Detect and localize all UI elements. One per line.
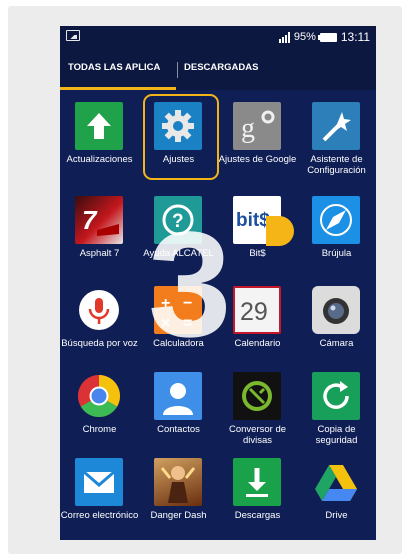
mail-icon [75, 458, 123, 506]
app-label: Danger Dash [150, 510, 207, 521]
app-danger-dash[interactable]: Danger Dash [139, 458, 218, 532]
app-contactos[interactable]: Contactos [139, 372, 218, 446]
app-drive[interactable]: Drive [297, 458, 376, 532]
app-label: Contactos [157, 424, 200, 435]
battery-icon [317, 32, 337, 42]
app-ajustes-de-google[interactable]: g Ajustes de Google [218, 102, 297, 176]
app-label: Asphalt 7 [79, 248, 120, 259]
app-descargas[interactable]: Descargas [218, 458, 297, 532]
app-correo-electronico[interactable]: Correo electrónico [60, 458, 139, 532]
app-label: Ajustes de Google [218, 154, 297, 165]
step-number-overlay: 3 [148, 200, 232, 368]
app-label: Actualizaciones [66, 154, 133, 165]
drive-icon [312, 458, 360, 506]
calendar-day: 29 [240, 298, 268, 326]
chrome-icon [75, 372, 123, 420]
status-indicators: 95% 13:11 [278, 30, 370, 44]
wand-icon [312, 102, 360, 150]
svg-text:7: 7 [82, 205, 98, 235]
download-icon [233, 458, 281, 506]
app-drawer-tabs: TODAS LAS APLICA DESCARGADAS [60, 50, 376, 90]
tab-downloaded[interactable]: DESCARGADAS [184, 62, 258, 73]
danger-dash-icon [154, 458, 202, 506]
app-camara[interactable]: Cámara [297, 286, 376, 360]
app-busqueda-por-voz[interactable]: Búsqueda por voz [60, 286, 139, 360]
svg-text:g: g [241, 113, 255, 144]
tab-divider [177, 62, 178, 78]
tab-all-apps[interactable]: TODAS LAS APLICA [68, 62, 160, 73]
microphone-icon [75, 286, 123, 334]
app-label: Asistente de Configuración [307, 154, 366, 176]
ajustes-highlight [143, 94, 219, 180]
app-label: Drive [325, 510, 348, 521]
calendar-icon: 29 [233, 286, 281, 334]
app-actualizaciones[interactable]: Actualizaciones [60, 102, 139, 176]
signal-icon [278, 31, 290, 43]
app-label: Chrome [82, 424, 117, 435]
app-label: Copia de seguridad [315, 424, 358, 446]
backup-icon [312, 372, 360, 420]
app-asistente-de-configuracion[interactable]: Asistente de Configuración [297, 102, 376, 176]
currency-converter-icon [233, 372, 281, 420]
app-asphalt-7[interactable]: 7 Asphalt 7 [60, 196, 139, 270]
app-conversor-de-divisas[interactable]: Conversor de divisas [218, 372, 297, 446]
app-label: Descargas [234, 510, 281, 521]
app-label: Correo electrónico [60, 510, 139, 521]
app-brujula[interactable]: Brújula [297, 196, 376, 270]
selected-tab-indicator [60, 87, 176, 90]
race-car-icon: 7 [75, 196, 123, 244]
camera-icon [312, 286, 360, 334]
contacts-icon [154, 372, 202, 420]
phone-screen: 95% 13:11 TODAS LAS APLICA DESCARGADAS A… [60, 26, 376, 540]
app-chrome[interactable]: Chrome [60, 372, 139, 446]
app-label: Brújula [321, 248, 352, 259]
clock: 13:11 [340, 30, 370, 44]
up-arrow-icon [75, 102, 123, 150]
compass-icon [312, 196, 360, 244]
google-settings-icon: g [233, 102, 281, 150]
screenshot-notification-icon [66, 30, 80, 41]
app-copia-de-seguridad[interactable]: Copia de seguridad [297, 372, 376, 446]
battery-percent: 95% [293, 31, 316, 43]
app-label: Conversor de divisas [228, 424, 287, 446]
app-label: Búsqueda por voz [61, 338, 138, 349]
app-label: Cámara [319, 338, 354, 349]
status-bar: 95% 13:11 [60, 26, 376, 50]
